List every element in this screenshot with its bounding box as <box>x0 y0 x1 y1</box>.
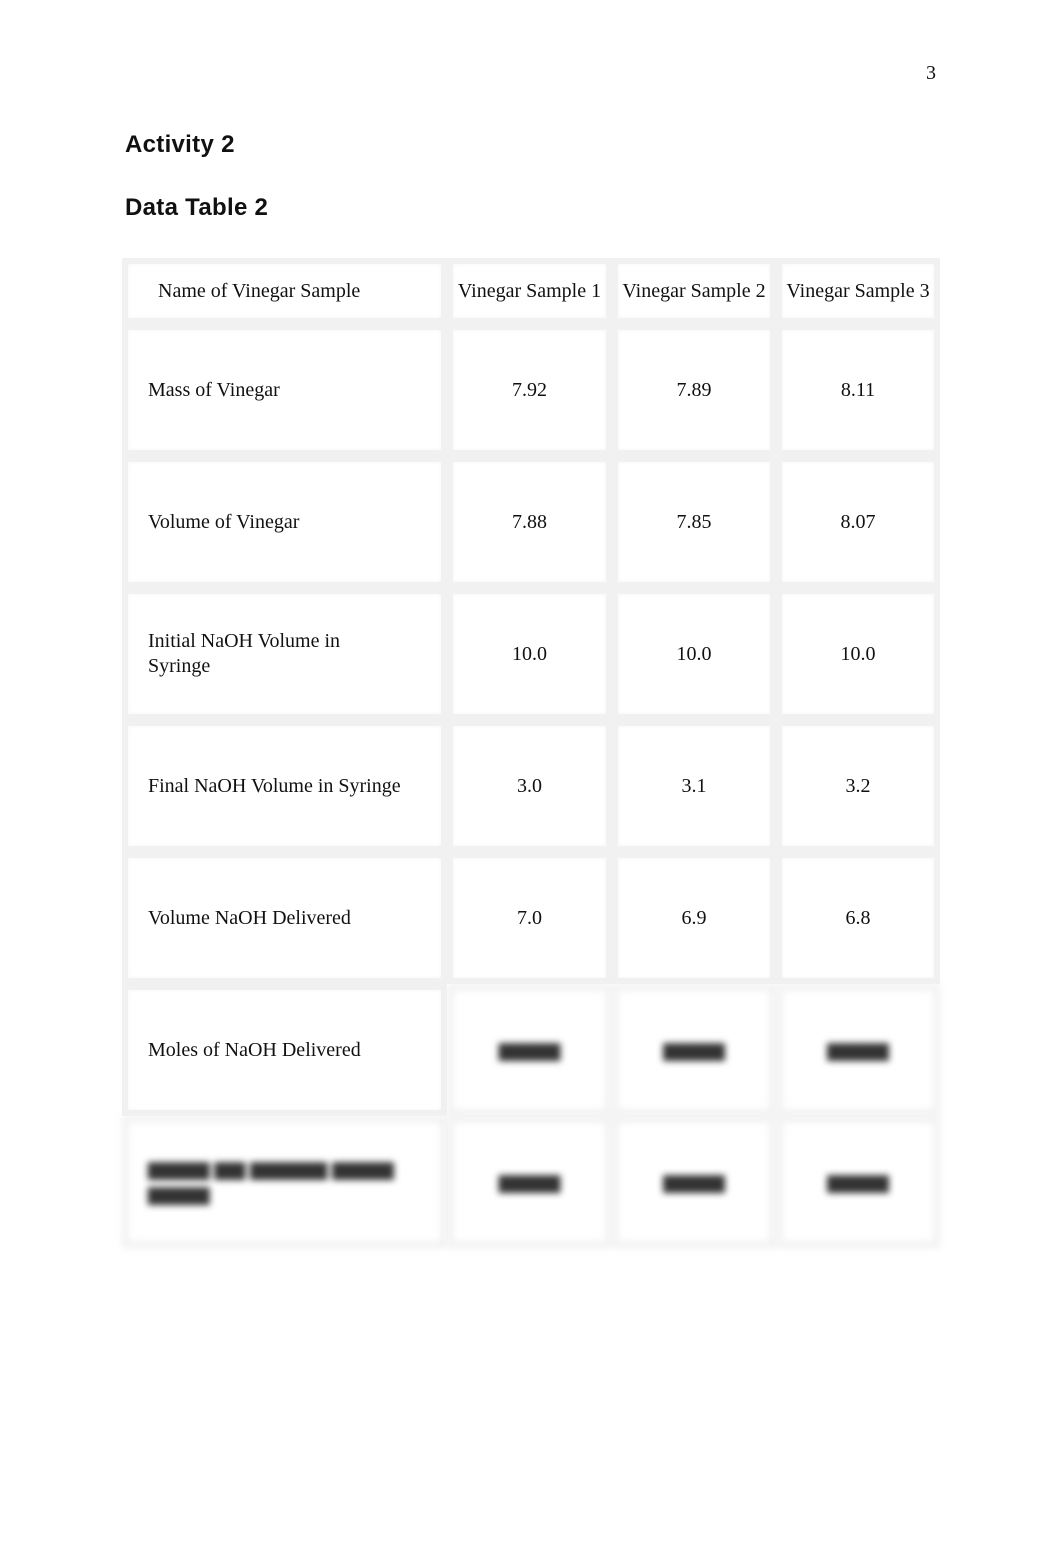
row-label: Moles of NaOH Delivered <box>122 984 447 1116</box>
table-cell: 3.2 <box>776 720 940 852</box>
row-label: Initial NaOH Volume in Syringe <box>122 588 447 720</box>
table-row-volume-naoh-delivered: Volume NaOH Delivered 7.0 6.9 6.8 <box>122 852 940 984</box>
header-cell: Name of Vinegar Sample <box>122 258 447 324</box>
table-cell: 10.0 <box>776 588 940 720</box>
table-cell: 8.11 <box>776 324 940 456</box>
table-cell: 8.07 <box>776 456 940 588</box>
activity-heading: Activity 2 <box>125 131 235 158</box>
table-cell: 10.0 <box>612 588 776 720</box>
table-row-moles-naoh-delivered: Moles of NaOH Delivered ▆▆▆▆ ▆▆▆▆ ▆▆▆▆ <box>122 984 940 1116</box>
data-table-2: Name of Vinegar Sample Vinegar Sample 1 … <box>122 258 940 1248</box>
table-header-row: Name of Vinegar Sample Vinegar Sample 1 … <box>122 258 940 324</box>
table-row-blurred: ▆▆▆▆ ▆▆ ▆▆▆▆▆ ▆▆▆▆ ▆▆▆▆ ▆▆▆▆ ▆▆▆▆ ▆▆▆▆ <box>122 1116 940 1248</box>
blurred-row-label: ▆▆▆▆ ▆▆ ▆▆▆▆▆ ▆▆▆▆ ▆▆▆▆ <box>122 1116 447 1248</box>
blurred-cell: ▆▆▆▆ <box>612 1116 776 1248</box>
header-cell: Vinegar Sample 2 <box>612 258 776 324</box>
table-cell: 3.1 <box>612 720 776 852</box>
table-row-initial-naoh-volume: Initial NaOH Volume in Syringe 10.0 10.0… <box>122 588 940 720</box>
table-cell: 6.8 <box>776 852 940 984</box>
row-label: Mass of Vinegar <box>122 324 447 456</box>
row-label: Volume of Vinegar <box>122 456 447 588</box>
header-cell: Vinegar Sample 1 <box>447 258 612 324</box>
table-row-mass-of-vinegar: Mass of Vinegar 7.92 7.89 8.11 <box>122 324 940 456</box>
table-cell: 7.92 <box>447 324 612 456</box>
table-row-final-naoh-volume: Final NaOH Volume in Syringe 3.0 3.1 3.2 <box>122 720 940 852</box>
table-title: Data Table 2 <box>125 194 269 221</box>
blurred-cell: ▆▆▆▆ <box>447 1116 612 1248</box>
blurred-cell: ▆▆▆▆ <box>612 984 776 1116</box>
row-label: Volume NaOH Delivered <box>122 852 447 984</box>
table-row-volume-of-vinegar: Volume of Vinegar 7.88 7.85 8.07 <box>122 456 940 588</box>
table-cell: 3.0 <box>447 720 612 852</box>
header-cell: Vinegar Sample 3 <box>776 258 940 324</box>
table-cell: 7.88 <box>447 456 612 588</box>
row-label: Final NaOH Volume in Syringe <box>122 720 447 852</box>
blurred-cell: ▆▆▆▆ <box>776 1116 940 1248</box>
table-cell: 6.9 <box>612 852 776 984</box>
blurred-cell: ▆▆▆▆ <box>447 984 612 1116</box>
blurred-cell: ▆▆▆▆ <box>776 984 940 1116</box>
table-cell: 7.0 <box>447 852 612 984</box>
table-cell: 10.0 <box>447 588 612 720</box>
page-number: 3 <box>926 62 936 84</box>
table-cell: 7.85 <box>612 456 776 588</box>
table-cell: 7.89 <box>612 324 776 456</box>
